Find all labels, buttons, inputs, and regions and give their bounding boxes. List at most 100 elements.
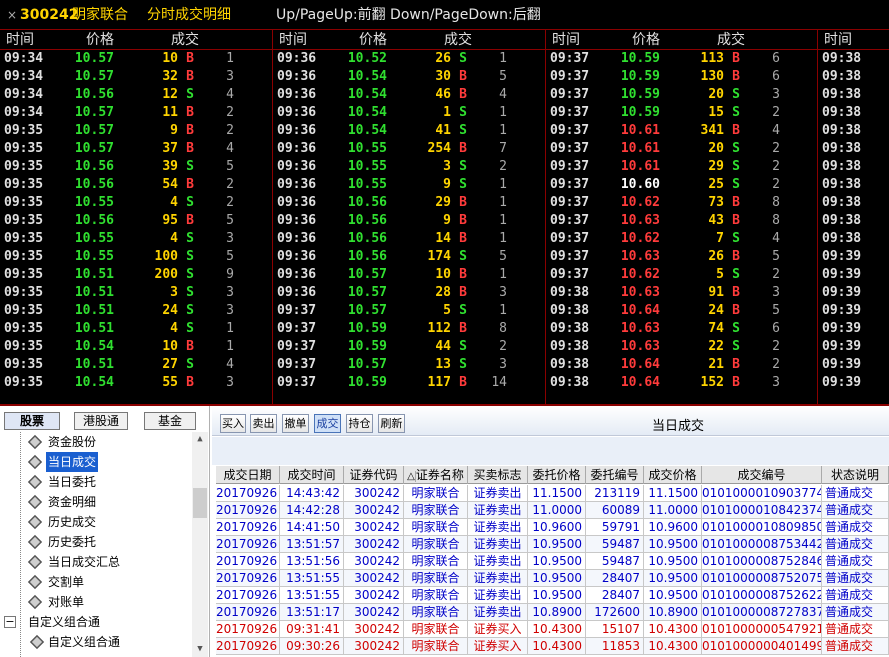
tick-volume: 152 xyxy=(700,375,724,390)
filter-area xyxy=(212,437,889,465)
table-cell: 普通成交 xyxy=(822,570,889,587)
tab-hk-connect[interactable]: 港股通 xyxy=(74,412,128,430)
deals-table[interactable]: 成交日期 成交时间 证券代码 △证券名称 买卖标志 委托价格 委托编号 成交价格 成交编号 状态说… xyxy=(216,466,889,657)
tick-count: 4 xyxy=(772,231,780,246)
tick-direction: S xyxy=(459,159,467,174)
scrollbar-thumb[interactable] xyxy=(193,488,207,518)
tree-item[interactable]: 历史委托 xyxy=(0,532,192,552)
table-cell: 11.1500 xyxy=(528,485,586,502)
tick-count: 2 xyxy=(772,339,780,354)
tick-count: 14 xyxy=(491,375,507,390)
tick-volume: 20 xyxy=(708,87,724,102)
column-header[interactable]: 成交编号 xyxy=(702,466,822,484)
tick-price: 10.56 xyxy=(347,213,387,228)
table-row[interactable]: 20170926 14:42:28 300242 明家联合 证券卖出 11.0000 600… xyxy=(216,502,889,519)
tick-count: 3 xyxy=(226,375,234,390)
tree-item[interactable]: 资金股份 xyxy=(0,432,192,452)
column-header[interactable]: 委托编号 xyxy=(586,466,644,484)
table-cell: 0101000008752846 xyxy=(702,553,822,570)
table-cell: 明家联合 xyxy=(404,485,468,502)
table-row[interactable]: 20170926 09:30:26 300242 明家联合 证券买入 10.4300 118… xyxy=(216,638,889,655)
scroll-up-icon[interactable]: ▲ xyxy=(194,434,206,444)
tree-item[interactable]: 当日成交 xyxy=(0,452,192,472)
tick-direction: S xyxy=(186,267,194,282)
sell-button[interactable]: 卖出 xyxy=(250,414,277,433)
column-header[interactable]: 买卖标志 xyxy=(468,466,528,484)
tick-time: 09:37 xyxy=(550,231,590,246)
tick-volume: 1 xyxy=(443,105,451,120)
column-header[interactable]: 证券代码 xyxy=(344,466,404,484)
table-row[interactable]: 20170926 14:43:42 300242 明家联合 证券卖出 11.1500 213… xyxy=(216,485,889,502)
tick-price: 10.57 xyxy=(74,123,114,138)
tick-row: 09:39 xyxy=(818,320,889,338)
tree-item[interactable]: 当日委托 xyxy=(0,472,192,492)
buy-button[interactable]: 买入 xyxy=(220,414,246,433)
table-row[interactable]: 20170926 14:41:50 300242 明家联合 证券卖出 10.9600 597… xyxy=(216,519,889,536)
tree-item[interactable]: 自定义组合通 xyxy=(0,632,192,652)
tree-item[interactable]: 资金明细 xyxy=(0,492,192,512)
table-cell: 10.9600 xyxy=(644,519,702,536)
tick-price: 10.56 xyxy=(74,87,114,102)
positions-button[interactable]: 持仓 xyxy=(346,414,373,433)
tree-item[interactable]: 历史成交 xyxy=(0,512,192,532)
table-row[interactable]: 20170926 13:51:57 300242 明家联合 证券卖出 10.9500 594… xyxy=(216,536,889,553)
tick-volume: 9 xyxy=(443,177,451,192)
deals-button[interactable]: 成交 xyxy=(314,414,341,433)
tick-time: 09:38 xyxy=(822,69,862,84)
tick-row: 09:37 10.62 7 S 4 xyxy=(546,230,817,248)
tick-price: 10.62 xyxy=(620,267,660,282)
cancel-order-button[interactable]: 撤单 xyxy=(282,414,309,433)
tick-volume: 95 xyxy=(162,213,178,228)
column-header[interactable]: 成交价格 xyxy=(644,466,702,484)
tick-count: 1 xyxy=(499,213,507,228)
tab-fund[interactable]: 基金 xyxy=(144,412,196,430)
table-row[interactable]: 20170926 13:51:17 300242 明家联合 证券卖出 10.8900 172… xyxy=(216,604,889,621)
tick-time: 09:37 xyxy=(550,87,590,102)
tick-time: 09:35 xyxy=(4,285,44,300)
table-cell: 14:41:50 xyxy=(280,519,344,536)
stock-name: 明家联合 xyxy=(72,7,128,23)
table-row[interactable]: 20170926 13:51:55 300242 明家联合 证券卖出 10.9500 284… xyxy=(216,570,889,587)
tick-direction: B xyxy=(459,285,467,300)
table-row[interactable]: 20170926 09:31:41 300242 明家联合 证券买入 10.4300 151… xyxy=(216,621,889,638)
table-cell: 普通成交 xyxy=(822,638,889,655)
scroll-down-icon[interactable]: ▼ xyxy=(194,644,206,654)
tick-volume: 15 xyxy=(708,105,724,120)
tick-price: 10.57 xyxy=(347,267,387,282)
column-header[interactable]: △证券名称 xyxy=(404,466,468,484)
close-icon[interactable]: × xyxy=(7,0,17,30)
tick-time: 09:38 xyxy=(550,339,590,354)
tab-stock[interactable]: 股票 xyxy=(4,412,60,430)
column-header[interactable]: 委托价格 xyxy=(528,466,586,484)
collapse-icon[interactable]: − xyxy=(4,616,16,628)
tick-time: 09:36 xyxy=(277,213,317,228)
table-row[interactable]: 20170926 13:51:56 300242 明家联合 证券卖出 10.9500 594… xyxy=(216,553,889,570)
table-cell: 300242 xyxy=(344,536,404,553)
refresh-button[interactable]: 刷新 xyxy=(378,414,405,433)
tick-price: 10.64 xyxy=(620,375,660,390)
tree-item[interactable]: 交割单 xyxy=(0,572,192,592)
tick-count: 1 xyxy=(226,51,234,66)
tree-item[interactable]: 对账单 xyxy=(0,592,192,612)
tick-direction: B xyxy=(186,177,194,192)
tick-price: 10.57 xyxy=(74,51,114,66)
table-cell: 300242 xyxy=(344,553,404,570)
sidebar-scrollbar[interactable]: ▲ ▼ xyxy=(192,432,208,657)
tick-time: 09:35 xyxy=(4,321,44,336)
tick-detail-panel[interactable]: 时间 价格 成交 09:34 10.57 10 B 1 09:34 10.57 32 B 3 09:34 1… xyxy=(0,30,889,406)
table-row[interactable]: 20170926 13:51:55 300242 明家联合 证券卖出 10.9500 284… xyxy=(216,587,889,604)
table-cell: 明家联合 xyxy=(404,604,468,621)
panel-title: 当日成交 xyxy=(652,419,705,434)
tree-item[interactable]: − 自定义组合通 xyxy=(0,612,192,632)
tick-row: 09:36 10.56 9 B 1 xyxy=(273,212,545,230)
tick-price: 10.52 xyxy=(347,51,387,66)
tick-count: 5 xyxy=(772,249,780,264)
column-header[interactable]: 状态说明 xyxy=(822,466,889,484)
tick-row: 09:36 10.55 3 S 2 xyxy=(273,158,545,176)
tick-row: 09:36 10.55 9 S 1 xyxy=(273,176,545,194)
tree-item[interactable]: 当日成交汇总 xyxy=(0,552,192,572)
tick-price: 10.56 xyxy=(74,159,114,174)
tick-row: 09:35 10.51 3 S 3 xyxy=(0,284,272,302)
column-header[interactable]: 成交日期 xyxy=(216,466,280,484)
column-header[interactable]: 成交时间 xyxy=(280,466,344,484)
